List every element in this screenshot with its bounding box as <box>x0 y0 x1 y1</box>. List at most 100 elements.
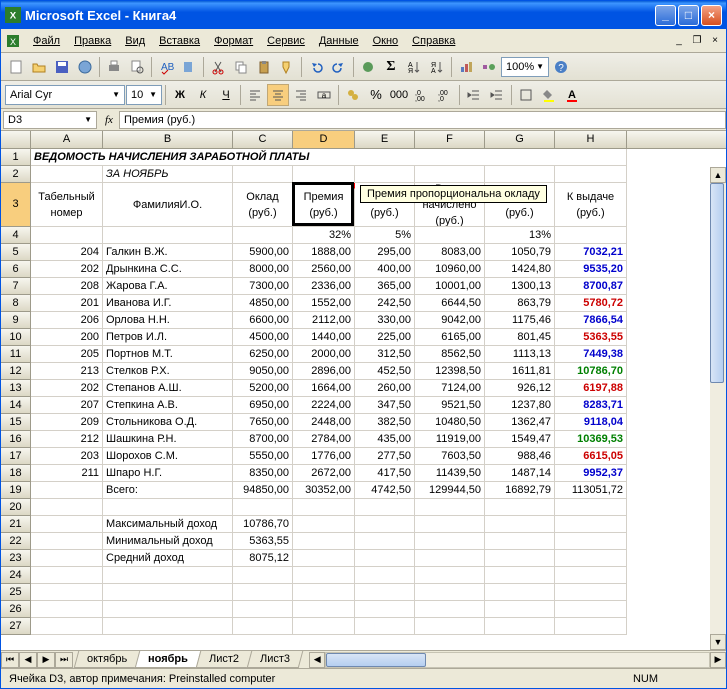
cell[interactable]: 7603,50 <box>415 448 485 465</box>
sheet-tab[interactable]: Лист2 <box>196 651 253 668</box>
cell[interactable]: 13% <box>485 227 555 244</box>
cell[interactable]: 365,00 <box>355 278 415 295</box>
cut-icon[interactable] <box>207 56 229 78</box>
sheet-tab[interactable]: ноябрь <box>135 651 201 668</box>
cell[interactable]: 5% <box>355 227 415 244</box>
row-header[interactable]: 10 <box>1 329 31 346</box>
cell[interactable] <box>293 550 355 567</box>
row-header[interactable]: 23 <box>1 550 31 567</box>
cell[interactable]: 4742,50 <box>355 482 415 499</box>
comma-icon[interactable]: 000 <box>388 84 410 106</box>
cell[interactable] <box>555 567 627 584</box>
cell[interactable]: 10001,00 <box>415 278 485 295</box>
row-header[interactable]: 2 <box>1 166 31 183</box>
cell[interactable]: Премия (руб.) <box>293 183 355 227</box>
cell[interactable] <box>103 499 233 516</box>
row-header[interactable]: 16 <box>1 431 31 448</box>
cell[interactable]: 203 <box>31 448 103 465</box>
menu-help[interactable]: Справка <box>406 33 461 49</box>
cell[interactable]: К выдаче (руб.) <box>555 183 627 227</box>
cell[interactable]: 8562,50 <box>415 346 485 363</box>
cell[interactable] <box>31 533 103 550</box>
cell[interactable]: 1050,79 <box>485 244 555 261</box>
cell[interactable]: 1664,00 <box>293 380 355 397</box>
cell[interactable]: 129944,50 <box>415 482 485 499</box>
cell[interactable] <box>415 166 485 183</box>
cell[interactable]: 10480,50 <box>415 414 485 431</box>
cell[interactable]: 1113,13 <box>485 346 555 363</box>
chart-icon[interactable] <box>455 56 477 78</box>
cell[interactable] <box>485 567 555 584</box>
cell[interactable]: 2896,00 <box>293 363 355 380</box>
cell[interactable]: 10369,53 <box>555 431 627 448</box>
cell[interactable]: 8000,00 <box>233 261 293 278</box>
increase-decimal-icon[interactable]: ,0,00 <box>411 84 433 106</box>
cell[interactable]: 200 <box>31 329 103 346</box>
align-right-icon[interactable] <box>290 84 312 106</box>
cell[interactable]: 9535,20 <box>555 261 627 278</box>
cell[interactable] <box>103 567 233 584</box>
increase-indent-icon[interactable] <box>486 84 508 106</box>
document-icon[interactable]: X <box>5 33 21 49</box>
cell[interactable]: 7300,00 <box>233 278 293 295</box>
cell[interactable] <box>555 499 627 516</box>
column-header-c[interactable]: C <box>233 131 293 148</box>
cell[interactable]: Шпаро Н.Г. <box>103 465 233 482</box>
cell[interactable]: 94850,00 <box>233 482 293 499</box>
autosum-icon[interactable]: Σ <box>380 56 402 78</box>
column-header-h[interactable]: H <box>555 131 627 148</box>
cell[interactable]: 225,00 <box>355 329 415 346</box>
cell[interactable]: 926,12 <box>485 380 555 397</box>
cell[interactable] <box>355 618 415 635</box>
cell[interactable] <box>415 516 485 533</box>
row-header[interactable]: 22 <box>1 533 31 550</box>
cell[interactable]: 201 <box>31 295 103 312</box>
cell[interactable]: Всего: <box>103 482 233 499</box>
cell[interactable]: Средний доход <box>103 550 233 567</box>
cell[interactable] <box>485 550 555 567</box>
undo-icon[interactable] <box>305 56 327 78</box>
row-header[interactable]: 27 <box>1 618 31 635</box>
minimize-button[interactable]: _ <box>655 5 676 26</box>
cell[interactable] <box>31 601 103 618</box>
fx-icon[interactable]: fx <box>105 114 113 126</box>
cell[interactable]: 5200,00 <box>233 380 293 397</box>
cell[interactable] <box>233 601 293 618</box>
menu-tools[interactable]: Сервис <box>261 33 311 49</box>
cell[interactable]: 242,50 <box>355 295 415 312</box>
column-header-g[interactable]: G <box>485 131 555 148</box>
row-header[interactable]: 13 <box>1 380 31 397</box>
cell[interactable] <box>103 584 233 601</box>
cell[interactable]: ФамилияИ.О. <box>103 183 233 227</box>
sheet-tab[interactable]: Лист3 <box>247 651 304 668</box>
vscroll-thumb[interactable] <box>710 183 724 383</box>
cell[interactable]: 260,00 <box>355 380 415 397</box>
cell[interactable] <box>233 227 293 244</box>
cell[interactable]: Табельный номер <box>31 183 103 227</box>
decrease-indent-icon[interactable] <box>463 84 485 106</box>
cell[interactable] <box>293 618 355 635</box>
cell[interactable]: 1487,14 <box>485 465 555 482</box>
cell[interactable]: 5550,00 <box>233 448 293 465</box>
cell[interactable]: 6950,00 <box>233 397 293 414</box>
row-header[interactable]: 12 <box>1 363 31 380</box>
doc-minimize-button[interactable]: _ <box>672 34 686 48</box>
cell[interactable]: 1175,46 <box>485 312 555 329</box>
cell[interactable] <box>555 618 627 635</box>
cell[interactable]: 8283,71 <box>555 397 627 414</box>
cell[interactable] <box>555 516 627 533</box>
cell[interactable]: Минимальный доход <box>103 533 233 550</box>
cell[interactable]: 30352,00 <box>293 482 355 499</box>
cell[interactable]: 382,50 <box>355 414 415 431</box>
print-icon[interactable] <box>103 56 125 78</box>
cell[interactable]: 207 <box>31 397 103 414</box>
cell[interactable] <box>31 482 103 499</box>
row-header[interactable]: 3 <box>1 183 31 227</box>
cell[interactable]: 2560,00 <box>293 261 355 278</box>
cell[interactable]: Оклад (руб.) <box>233 183 293 227</box>
cell[interactable] <box>31 499 103 516</box>
cell[interactable]: 11919,00 <box>415 431 485 448</box>
font-size-combo[interactable]: 10▼ <box>126 85 162 105</box>
tab-next-button[interactable]: ▶ <box>37 652 55 668</box>
font-color-icon[interactable]: A <box>561 84 583 106</box>
